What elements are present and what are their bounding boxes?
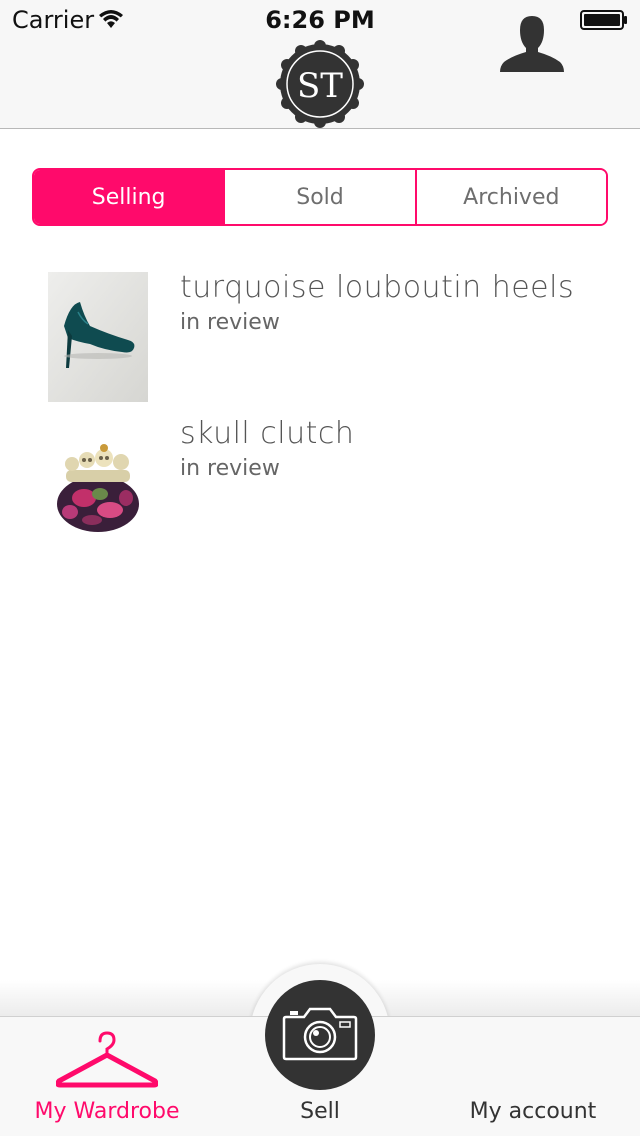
item-status: in review <box>180 456 280 481</box>
item-status: in review <box>180 310 280 335</box>
skull-clutch-image <box>48 418 148 548</box>
battery-icon <box>580 10 627 30</box>
hanger-icon <box>56 1031 158 1088</box>
segment-archived[interactable]: Archived <box>414 170 606 224</box>
segment-sold[interactable]: Sold <box>223 170 415 224</box>
segment-selling[interactable]: Selling <box>34 170 224 224</box>
tab-my-account-label: My account <box>469 1099 597 1124</box>
wardrobe-list: turquoise louboutin heels in review skul… <box>0 262 640 554</box>
tab-my-account[interactable]: My account <box>426 1017 640 1136</box>
logo-text: ST <box>297 66 343 106</box>
item-title: turquoise louboutin heels <box>180 270 575 305</box>
camera-icon[interactable] <box>282 1003 358 1063</box>
tab-my-wardrobe[interactable]: My Wardrobe <box>0 1017 214 1136</box>
tab-my-wardrobe-label: My Wardrobe <box>34 1099 180 1124</box>
person-icon <box>500 16 564 72</box>
list-item[interactable]: turquoise louboutin heels in review <box>0 262 640 408</box>
item-title: skull clutch <box>180 416 355 451</box>
wardrobe-filter-segmented-control: Selling Sold Archived <box>32 168 608 226</box>
list-item[interactable]: skull clutch in review <box>0 408 640 554</box>
st-logo: ST <box>276 40 364 128</box>
tab-sell-label: Sell <box>300 1099 340 1124</box>
teal-heel-image <box>48 272 148 402</box>
